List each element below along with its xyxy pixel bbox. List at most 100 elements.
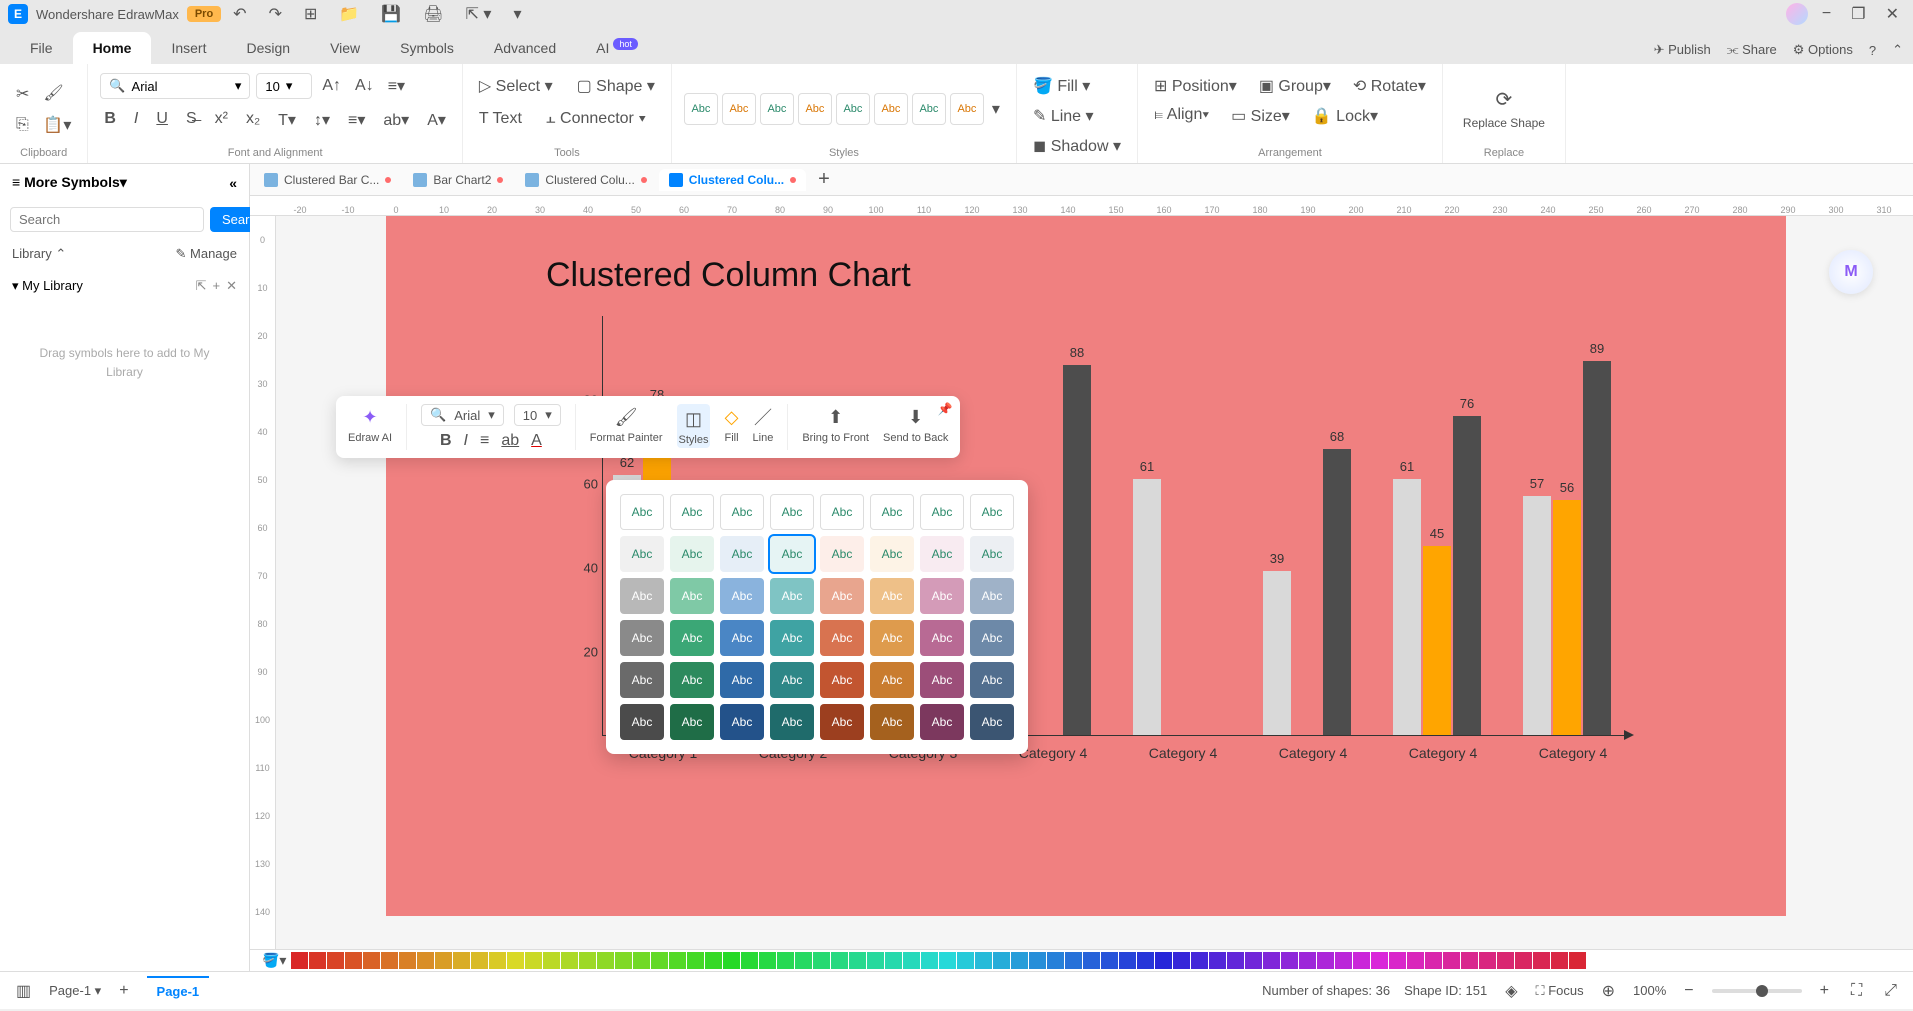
color-swatch[interactable] — [1227, 952, 1244, 969]
style-cell[interactable]: Abc — [770, 620, 814, 656]
styles-more-icon[interactable]: ▾ — [988, 95, 1004, 123]
style-cell[interactable]: Abc — [670, 620, 714, 656]
edraw-ai-button[interactable]: ✦ Edraw AI — [348, 404, 392, 444]
size-button[interactable]: ▭ Size▾ — [1227, 102, 1294, 130]
avatar[interactable] — [1786, 3, 1808, 25]
menu-advanced[interactable]: Advanced — [474, 32, 576, 64]
list-icon[interactable]: ≡▾ — [344, 106, 369, 134]
color-swatch[interactable] — [597, 952, 614, 969]
color-swatch[interactable] — [381, 952, 398, 969]
add-icon[interactable]: + — [213, 278, 221, 294]
bar-group[interactable]: 575689Category 4 — [1523, 361, 1643, 735]
align-icon[interactable]: ≡▾ — [384, 72, 409, 100]
new-tab-icon[interactable]: + — [808, 168, 840, 191]
my-library-toggle[interactable]: ▾ My Library — [12, 278, 83, 294]
document-tab[interactable]: Bar Chart2 — [403, 169, 513, 191]
highlight-icon[interactable]: ab▾ — [379, 106, 413, 134]
color-swatch[interactable] — [1407, 952, 1424, 969]
style-cell[interactable]: Abc — [870, 704, 914, 740]
color-swatch[interactable] — [525, 952, 542, 969]
style-cell[interactable]: Abc — [720, 662, 764, 698]
color-swatch[interactable] — [1569, 952, 1586, 969]
color-swatch[interactable] — [1443, 952, 1460, 969]
color-swatch[interactable] — [1173, 952, 1190, 969]
color-swatch[interactable] — [1191, 952, 1208, 969]
style-swatch[interactable]: Abc — [950, 93, 984, 125]
bar-group[interactable]: 3968Category 4 — [1263, 449, 1383, 735]
style-swatch[interactable]: Abc — [836, 93, 870, 125]
document-tab[interactable]: Clustered Bar C... — [254, 169, 401, 191]
font-color-icon[interactable]: A▾ — [423, 106, 450, 134]
color-swatch[interactable] — [417, 952, 434, 969]
color-swatch[interactable] — [579, 952, 596, 969]
style-cell[interactable]: Abc — [720, 578, 764, 614]
float-size-select[interactable]: 10 ▾ — [514, 404, 561, 426]
spacing-icon[interactable]: ↕▾ — [310, 106, 334, 134]
style-cell[interactable]: Abc — [820, 578, 864, 614]
color-swatch[interactable] — [1137, 952, 1154, 969]
color-swatch[interactable] — [993, 952, 1010, 969]
color-swatch[interactable] — [885, 952, 902, 969]
style-cell[interactable]: Abc — [970, 494, 1014, 530]
redo-icon[interactable]: ↷ — [265, 0, 286, 28]
page-list-icon[interactable]: ▥ — [12, 977, 35, 1005]
float-format-painter[interactable]: 🖌Format Painter — [590, 404, 663, 444]
help-icon[interactable]: ? — [1869, 43, 1876, 58]
color-swatch[interactable] — [561, 952, 578, 969]
font-family-select[interactable]: 🔍 Arial ▾ — [100, 73, 250, 99]
manage-button[interactable]: ✎ Manage — [176, 246, 238, 262]
color-swatch[interactable] — [327, 952, 344, 969]
maximize-button[interactable]: ❐ — [1845, 4, 1871, 24]
color-swatch[interactable] — [687, 952, 704, 969]
subscript-icon[interactable]: x₂ — [242, 106, 264, 134]
shadow-button[interactable]: ◼ Shadow ▾ — [1029, 132, 1125, 160]
color-swatch[interactable] — [705, 952, 722, 969]
color-swatch[interactable] — [939, 952, 956, 969]
style-cell[interactable]: Abc — [670, 704, 714, 740]
group-button[interactable]: ▣ Group▾ — [1255, 72, 1335, 100]
color-swatch[interactable] — [957, 952, 974, 969]
fullscreen-icon[interactable]: ⤢ — [1880, 978, 1901, 1004]
style-cell[interactable]: Abc — [670, 494, 714, 530]
style-cell[interactable]: Abc — [920, 704, 964, 740]
connector-tool[interactable]: ⫠ Connector ▾ — [542, 106, 650, 132]
font-size-select[interactable]: 10 ▾ — [256, 73, 312, 99]
decrease-font-icon[interactable]: A↓ — [351, 73, 378, 99]
open-icon[interactable]: 📁 — [335, 0, 363, 28]
zoom-out-icon[interactable]: − — [1680, 978, 1697, 1004]
color-swatch[interactable] — [1551, 952, 1568, 969]
color-swatch[interactable] — [723, 952, 740, 969]
float-fill[interactable]: ◇Fill — [724, 404, 738, 444]
line-button[interactable]: ✎ Line ▾ — [1029, 102, 1098, 130]
library-dropzone[interactable]: Drag symbols here to add to My Library — [12, 314, 237, 412]
style-swatch[interactable]: Abc — [722, 93, 756, 125]
float-font-select[interactable]: 🔍 Arial ▾ — [421, 404, 504, 426]
style-cell[interactable]: Abc — [820, 494, 864, 530]
menu-ai[interactable]: AIhot — [576, 32, 658, 64]
bar-group[interactable]: 614576Category 4 — [1393, 416, 1513, 735]
color-swatch[interactable] — [1083, 952, 1100, 969]
float-align-icon[interactable]: ≡ — [480, 432, 489, 450]
float-bold-icon[interactable]: B — [440, 432, 452, 450]
color-swatch[interactable] — [1029, 952, 1046, 969]
publish-button[interactable]: ✈ Publish — [1654, 42, 1711, 58]
style-cell[interactable]: Abc — [720, 536, 764, 572]
document-tab[interactable]: Clustered Colu... — [659, 169, 806, 191]
color-swatch[interactable] — [1479, 952, 1496, 969]
style-swatch[interactable]: Abc — [760, 93, 794, 125]
color-swatch[interactable] — [777, 952, 794, 969]
paste-icon[interactable]: 📋▾ — [39, 111, 75, 139]
style-cell[interactable]: Abc — [770, 704, 814, 740]
text-tool[interactable]: T Text — [475, 106, 526, 132]
color-swatch[interactable] — [1101, 952, 1118, 969]
color-swatch[interactable] — [489, 952, 506, 969]
fit-page-icon[interactable]: ⛶ — [1847, 978, 1866, 1004]
zoom-in-icon[interactable]: + — [1816, 978, 1833, 1004]
color-swatch[interactable] — [903, 952, 920, 969]
color-swatch[interactable] — [309, 952, 326, 969]
color-swatch[interactable] — [471, 952, 488, 969]
library-toggle[interactable]: Library ⌃ — [12, 246, 66, 262]
style-cell[interactable]: Abc — [920, 578, 964, 614]
color-swatch[interactable] — [453, 952, 470, 969]
style-swatch[interactable]: Abc — [684, 93, 718, 125]
